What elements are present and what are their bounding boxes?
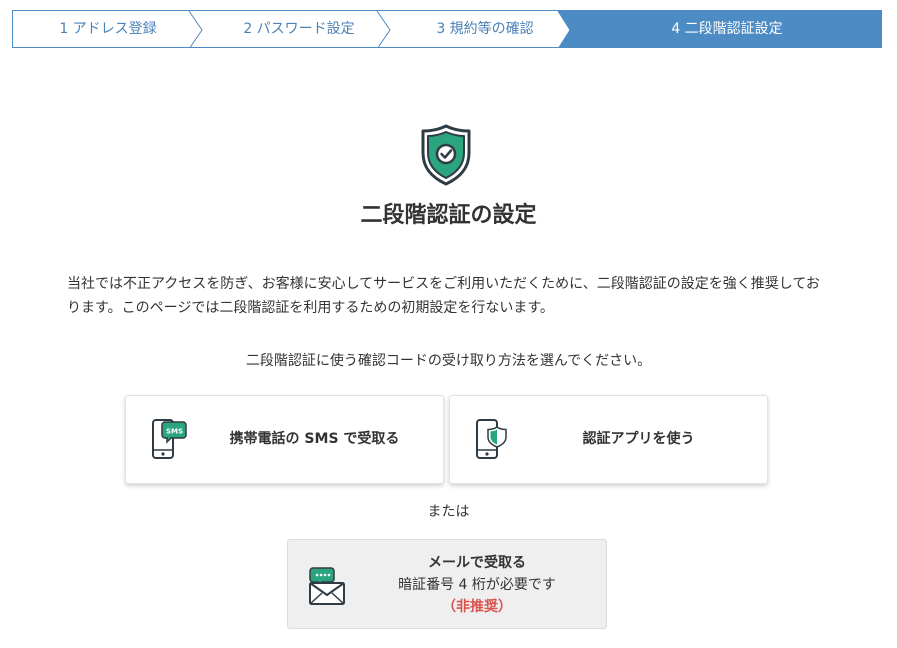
sms-option-label: 携帯電話の SMS で受取る <box>229 431 400 447</box>
phone-sms-icon: SMS <box>148 416 188 466</box>
email-option-title: メールで受取る <box>428 555 526 571</box>
authenticator-app-option-button[interactable]: 認証アプリを使う <box>449 395 768 484</box>
sms-option-button[interactable]: SMS 携帯電話の SMS で受取る <box>125 395 444 484</box>
intro-text: 当社では不正アクセスを防ぎ、お客様に安心してサービスをご利用いただくために、二段… <box>67 272 837 320</box>
or-separator: または <box>427 504 470 520</box>
svg-text:SMS: SMS <box>166 428 183 436</box>
authenticator-app-option-label: 認証アプリを使う <box>582 431 695 447</box>
shield-check-icon <box>418 123 474 187</box>
email-option-button[interactable]: メールで受取る 暗証番号 4 桁が必要です （非推奨） <box>287 539 607 629</box>
instruction-text: 二段階認証に使う確認コードの受け取り方法を選んでください。 <box>245 353 652 369</box>
envelope-icon <box>307 564 347 606</box>
intro-line-2: ります。このページでは二段階認証を利用するための初期設定を行ないます。 <box>67 300 554 316</box>
phone-shield-icon <box>472 416 512 466</box>
email-option-subtitle: 暗証番号 4 桁が必要です <box>398 577 556 593</box>
email-option-text: メールで受取る 暗証番号 4 桁が必要です （非推奨） <box>348 552 606 618</box>
step-address-registration: 1 アドレス登録 <box>59 21 157 37</box>
page-title: 二段階認証の設定 <box>360 203 537 228</box>
intro-line-1: 当社では不正アクセスを防ぎ、お客様に安心してサービスをご利用いただくために、二段… <box>67 276 820 292</box>
step-two-factor-setup: 4 二段階認証設定 <box>671 21 783 37</box>
not-recommended-label: （非推奨） <box>442 599 512 615</box>
step-terms-confirmation: 3 規約等の確認 <box>436 21 534 37</box>
progress-stepper: 1 アドレス登録 2 パスワード設定 3 規約等の確認 4 二段階認証設定 <box>12 10 882 48</box>
step-password-setup: 2 パスワード設定 <box>243 21 355 37</box>
